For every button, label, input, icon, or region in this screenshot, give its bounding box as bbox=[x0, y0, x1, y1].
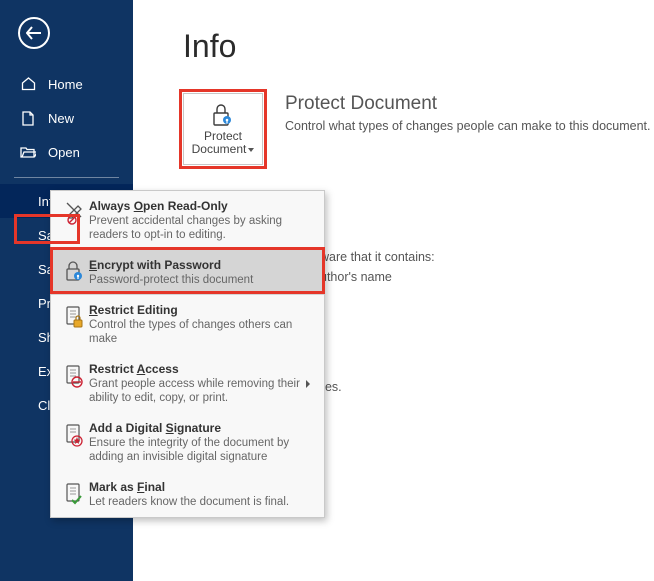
protect-document-menu: Always Open Read-OnlyPrevent accidental … bbox=[50, 190, 325, 518]
submenu-arrow-icon bbox=[302, 362, 314, 405]
sidebar-label: Home bbox=[48, 77, 83, 92]
protect-description: Control what types of changes people can… bbox=[285, 119, 651, 133]
open-icon bbox=[18, 146, 38, 158]
sidebar-item-home[interactable]: Home bbox=[0, 67, 133, 101]
page-title: Info bbox=[183, 28, 654, 65]
back-button[interactable] bbox=[18, 17, 50, 49]
lock-key-icon bbox=[210, 102, 236, 128]
obscured-text: ware that it contains: uthor's name bbox=[320, 247, 435, 287]
protect-document-button[interactable]: ProtectDocument bbox=[183, 93, 263, 165]
menu-item-digital-signature[interactable]: Add a Digital SignatureEnsure the integr… bbox=[51, 413, 324, 472]
read-only-icon bbox=[61, 199, 89, 242]
digital-signature-icon bbox=[61, 421, 89, 464]
protect-heading: Protect Document bbox=[285, 93, 651, 115]
sidebar-item-new[interactable]: New bbox=[0, 101, 133, 135]
home-icon bbox=[18, 77, 38, 91]
new-icon bbox=[18, 111, 38, 126]
menu-item-mark-final[interactable]: Mark as FinalLet readers know the docume… bbox=[51, 472, 324, 517]
caret-down-icon bbox=[248, 148, 254, 152]
mark-final-icon bbox=[61, 480, 89, 509]
sidebar-divider bbox=[14, 177, 119, 178]
sidebar-label: Open bbox=[48, 145, 80, 160]
menu-item-restrict-access[interactable]: Restrict AccessGrant people access while… bbox=[51, 354, 324, 413]
menu-item-read-only[interactable]: Always Open Read-OnlyPrevent accidental … bbox=[51, 191, 324, 250]
encrypt-icon bbox=[61, 258, 89, 287]
restrict-access-icon bbox=[61, 362, 89, 405]
arrow-left-icon bbox=[26, 26, 42, 40]
menu-item-encrypt-password[interactable]: Encrypt with PasswordPassword-protect th… bbox=[51, 250, 324, 295]
restrict-editing-icon bbox=[61, 303, 89, 346]
menu-item-restrict-editing[interactable]: Restrict EditingControl the types of cha… bbox=[51, 295, 324, 354]
sidebar-label: New bbox=[48, 111, 74, 126]
sidebar-item-open[interactable]: Open bbox=[0, 135, 133, 169]
